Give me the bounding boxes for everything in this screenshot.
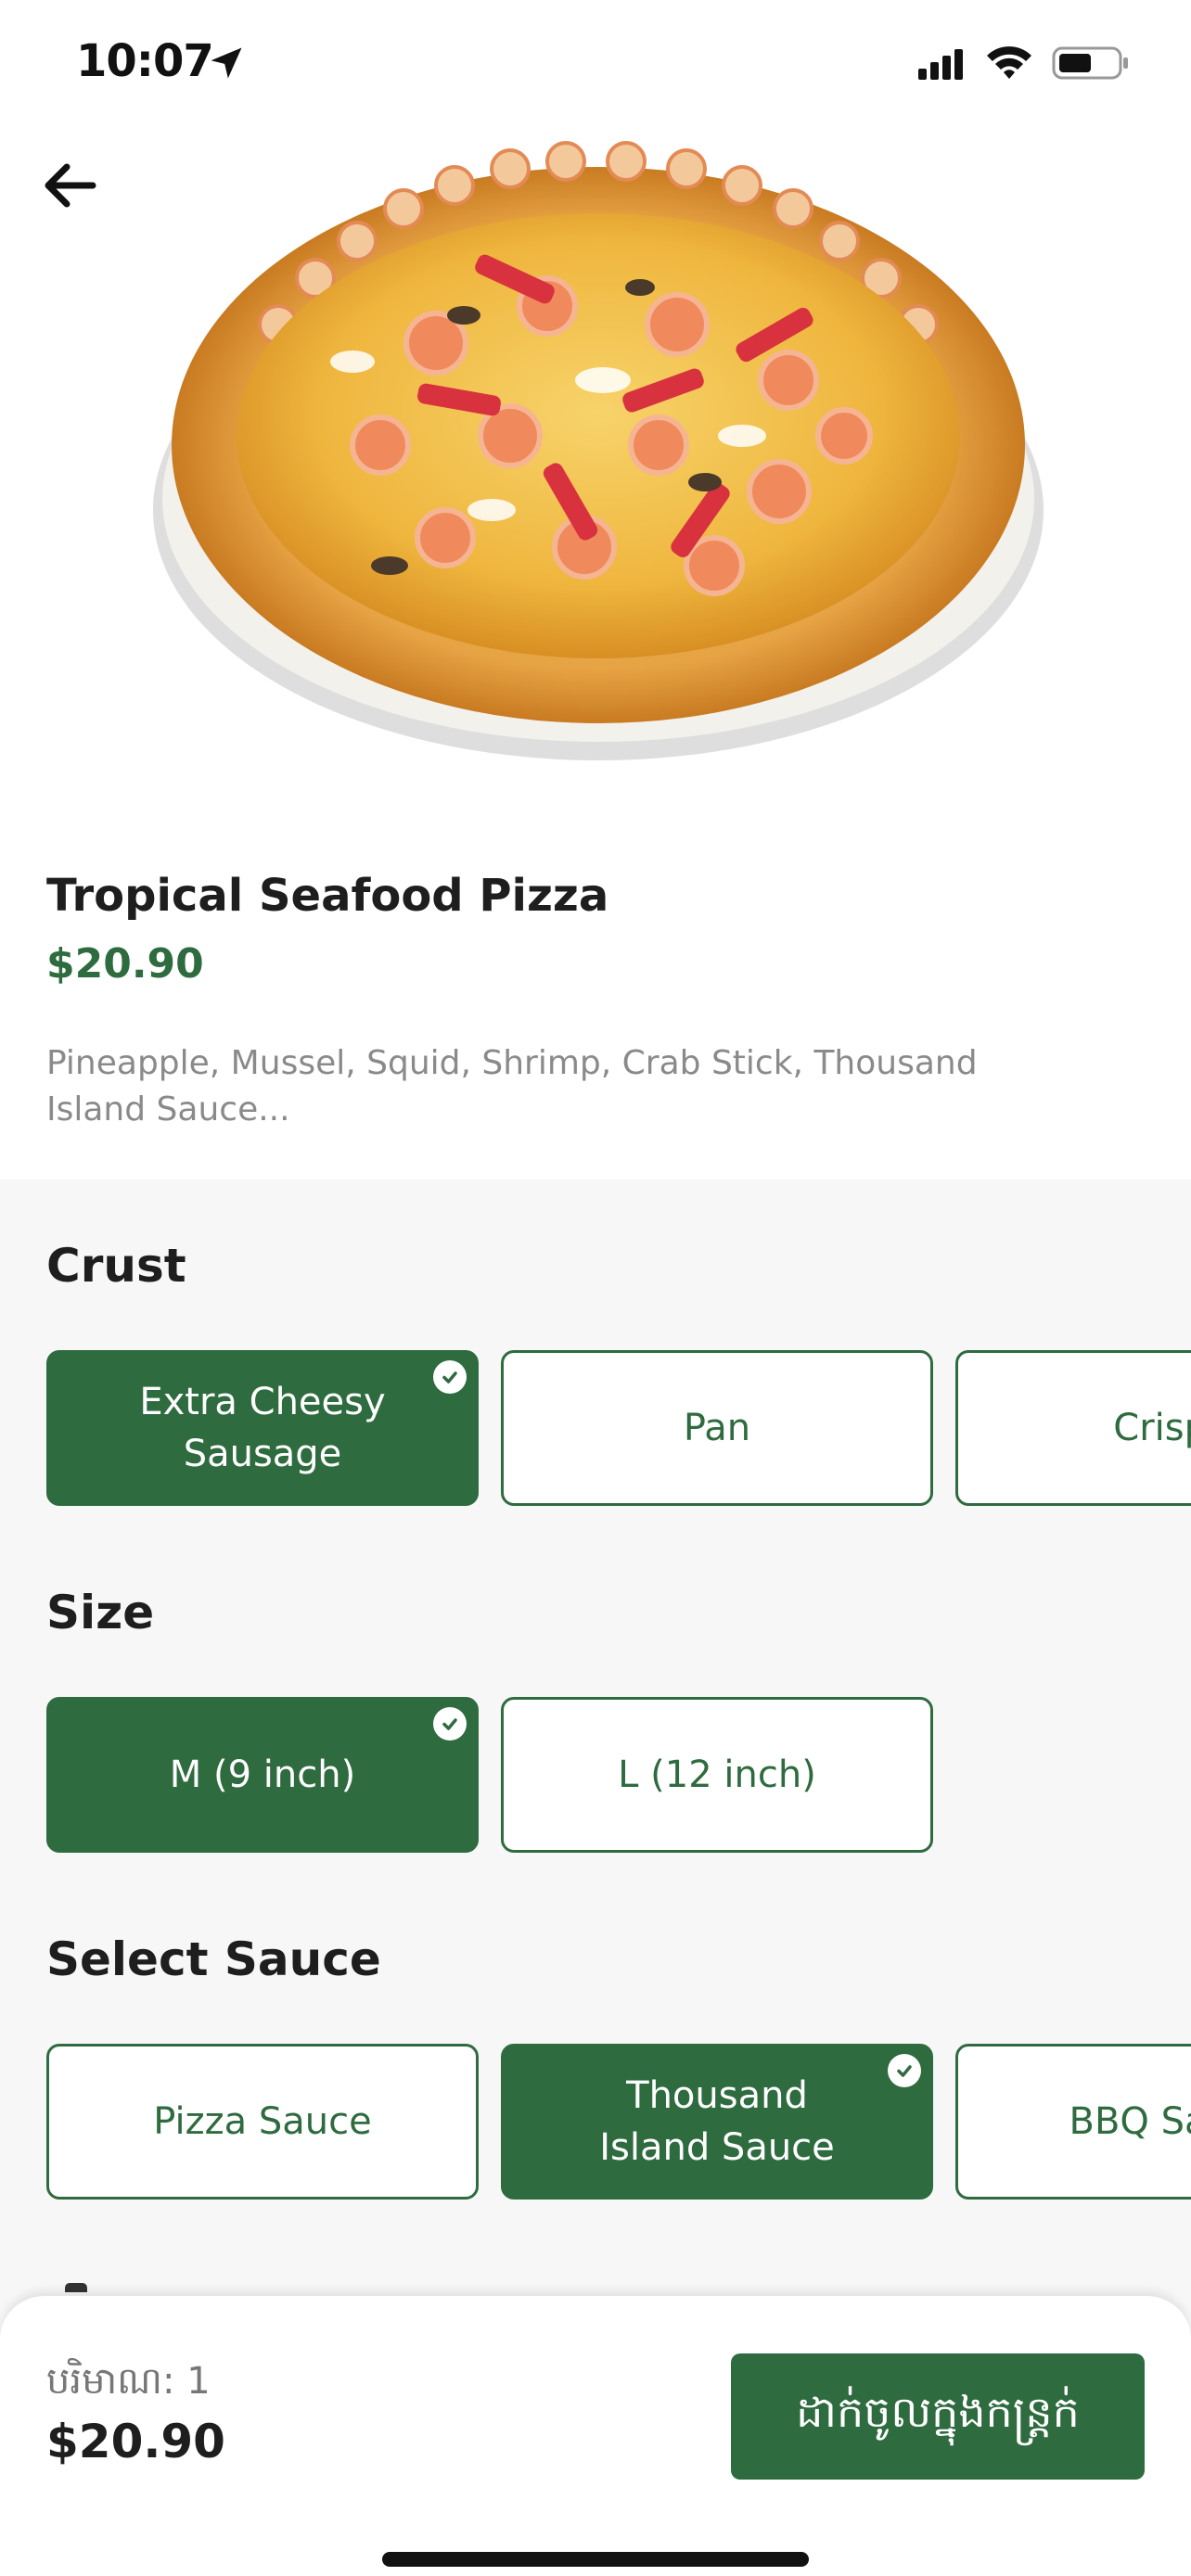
crust-options: Extra Cheesy Sausage Pan Crispy <box>46 1350 1191 1506</box>
crust-option-label: Extra Cheesy Sausage <box>139 1381 386 1475</box>
sauce-section-title: Select Sauce <box>46 1932 381 1986</box>
size-section-title: Size <box>46 1586 155 1639</box>
next-section-peek <box>65 2283 87 2292</box>
cart-bar: បរិមាណ: 1 $20.90 ដាក់ចូលក្នុងកន្ត្រក់ <box>0 2294 1191 2576</box>
size-option-l[interactable]: L (12 inch) <box>501 1697 933 1853</box>
check-icon <box>433 1360 467 1394</box>
size-option-label: M (9 inch) <box>169 1753 356 1796</box>
total-price: $20.90 <box>46 2415 225 2468</box>
sauce-option-bbq-sauce[interactable]: BBQ Sauce <box>955 2044 1191 2200</box>
sauce-option-label: Pizza Sauce <box>153 2100 372 2143</box>
sauce-options: Pizza Sauce Thousand Island Sauce BBQ Sa… <box>46 2044 1191 2200</box>
size-options: M (9 inch) L (12 inch) <box>46 1697 1191 1853</box>
product-header: 10:07 Tropical Seafood Pizza $20.90 Pine… <box>0 0 1191 1180</box>
quantity-label: បរិមាណ: 1 <box>46 2360 211 2403</box>
check-icon <box>433 1707 467 1741</box>
battery-icon <box>1052 46 1128 80</box>
crust-option-extra-cheesy-sausage[interactable]: Extra Cheesy Sausage <box>46 1350 479 1506</box>
cellular-signal-icon <box>918 49 963 80</box>
add-to-cart-button[interactable]: ដាក់ចូលក្នុងកន្ត្រក់ <box>731 2353 1145 2480</box>
product-description: Pineapple, Mussel, Squid, Shrimp, Crab S… <box>46 1044 978 1129</box>
product-price: $20.90 <box>46 940 204 988</box>
sauce-option-label: BBQ Sauce <box>1069 2100 1191 2143</box>
size-option-m[interactable]: M (9 inch) <box>46 1697 479 1853</box>
crust-option-label: Crispy <box>1113 1407 1191 1449</box>
crust-option-label: Pan <box>683 1407 751 1449</box>
product-title: Tropical Seafood Pizza <box>46 870 609 922</box>
status-bar: 10:07 <box>0 0 1191 130</box>
crust-section-title: Crust <box>46 1239 186 1293</box>
location-arrow-icon <box>211 47 242 79</box>
size-option-label: L (12 inch) <box>618 1753 816 1796</box>
wifi-icon <box>987 46 1031 79</box>
back-button[interactable] <box>33 148 108 223</box>
crust-option-crispy[interactable]: Crispy <box>955 1350 1191 1506</box>
back-arrow-icon <box>45 163 96 208</box>
sauce-option-pizza-sauce[interactable]: Pizza Sauce <box>46 2044 479 2200</box>
pizza-image <box>153 141 1044 760</box>
sauce-option-thousand-island[interactable]: Thousand Island Sauce <box>501 2044 933 2200</box>
crust-option-pan[interactable]: Pan <box>501 1350 933 1506</box>
check-icon <box>888 2054 921 2087</box>
home-indicator <box>382 2552 809 2567</box>
sauce-option-label: Thousand Island Sauce <box>599 2074 835 2169</box>
status-time: 10:07 <box>76 35 214 87</box>
